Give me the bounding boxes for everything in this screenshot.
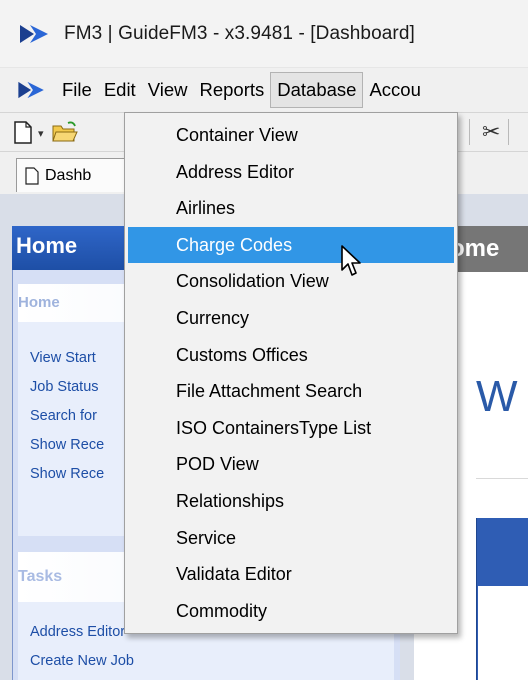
window-title: FM3 | GuideFM3 - x3.9481 - [Dashboard]: [64, 22, 415, 44]
cut-icon[interactable]: ✂: [482, 119, 500, 145]
page-icon: [25, 166, 39, 185]
toolbar-separator: [508, 119, 509, 145]
fm3-menu-logo-icon[interactable]: [16, 80, 48, 100]
menu-item-pod-view[interactable]: POD View: [128, 446, 454, 483]
menu-bar: File Edit View Reports Database Accou: [0, 68, 528, 112]
menu-item-relationships[interactable]: Relationships: [128, 483, 454, 520]
menu-item-customs-offices[interactable]: Customs Offices: [128, 337, 454, 374]
menu-item-service[interactable]: Service: [128, 520, 454, 557]
dropdown-arrow-icon[interactable]: ▾: [38, 127, 44, 140]
divider: [476, 478, 528, 479]
open-folder-icon[interactable]: [52, 121, 78, 143]
title-bar: FM3 | GuideFM3 - x3.9481 - [Dashboard]: [0, 0, 528, 68]
database-dropdown-menu: Container View Address Editor Airlines C…: [124, 112, 458, 634]
toolbar-separator: [469, 119, 470, 145]
menu-item-charge-codes[interactable]: Charge Codes: [128, 226, 454, 264]
menu-item-commodity[interactable]: Commodity: [128, 593, 454, 630]
menu-file[interactable]: File: [56, 72, 98, 108]
menu-item-consolidation-view[interactable]: Consolidation View: [128, 263, 454, 300]
menu-item-container-view[interactable]: Container View: [128, 117, 454, 154]
menu-view[interactable]: View: [142, 72, 194, 108]
fm3-logo-icon: [20, 24, 48, 43]
menu-item-iso-containers-type-list[interactable]: ISO ContainersType List: [128, 410, 454, 447]
welcome-heading: W: [476, 372, 518, 421]
menu-item-address-editor[interactable]: Address Editor: [128, 154, 454, 191]
menu-item-file-attachment-search[interactable]: File Attachment Search: [128, 373, 454, 410]
menu-database[interactable]: Database: [270, 72, 364, 108]
menu-item-airlines[interactable]: Airlines: [128, 190, 454, 227]
menu-item-validata-editor[interactable]: Validata Editor: [128, 556, 454, 593]
tab-label: Dashb: [45, 166, 92, 184]
menu-item-currency[interactable]: Currency: [128, 300, 454, 337]
menu-reports[interactable]: Reports: [193, 72, 270, 108]
link-create-new-job[interactable]: Create New Job: [18, 647, 394, 676]
dashboard-card-body: [478, 586, 528, 680]
menu-edit[interactable]: Edit: [98, 72, 142, 108]
menu-accounts[interactable]: Accou: [363, 72, 426, 108]
new-document-icon[interactable]: [14, 121, 32, 144]
